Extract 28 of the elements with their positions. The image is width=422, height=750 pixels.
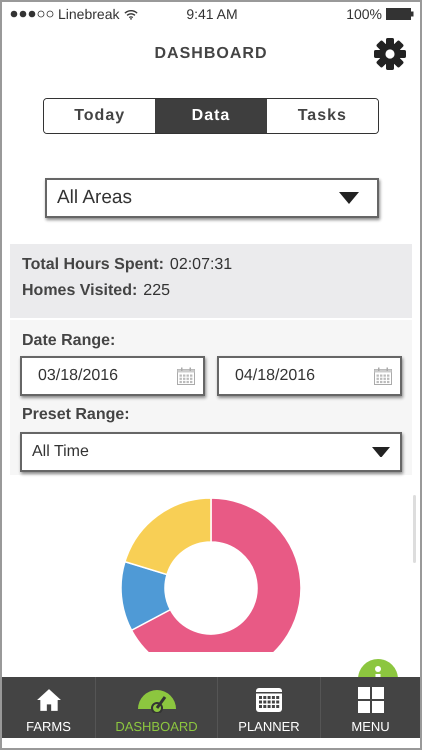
field-label: Date Range: [21, 332, 116, 350]
calendar-icon [177, 367, 195, 385]
dropdown-arrow-icon [372, 446, 390, 458]
dropdown-arrow-icon [339, 192, 359, 204]
gauge-icon [136, 689, 176, 713]
stat-value: 225 [143, 282, 170, 300]
grid-icon [358, 687, 384, 713]
battery-percent: 100% [346, 6, 382, 22]
stat-label: Total Hours Spent: [22, 256, 164, 274]
date-field[interactable]: 04/18/2016 [217, 356, 402, 396]
signal-icon [10, 10, 54, 18]
home-icon [36, 687, 62, 713]
stat-value: 02:07:31 [170, 256, 232, 274]
stat-label: Homes Visited: [22, 282, 138, 300]
clock-time: 9:41 AM [185, 6, 239, 22]
field-label: Preset Range: [21, 406, 131, 424]
calendar-icon [374, 367, 392, 385]
scrollbar[interactable] [413, 495, 416, 563]
preset-dropdown[interactable]: All Time [20, 432, 402, 472]
screen-title: DASHBOARD [154, 45, 268, 63]
carrier-name: Linebreak [58, 6, 120, 22]
tab[interactable]: Data [155, 99, 267, 133]
settings-icon[interactable] [374, 38, 406, 70]
wifi-icon [124, 8, 138, 20]
battery-icon [386, 8, 414, 20]
date-field[interactable]: 03/18/2016 [20, 356, 205, 396]
calendar-icon [256, 687, 282, 713]
area-dropdown[interactable]: All Areas [45, 178, 379, 218]
